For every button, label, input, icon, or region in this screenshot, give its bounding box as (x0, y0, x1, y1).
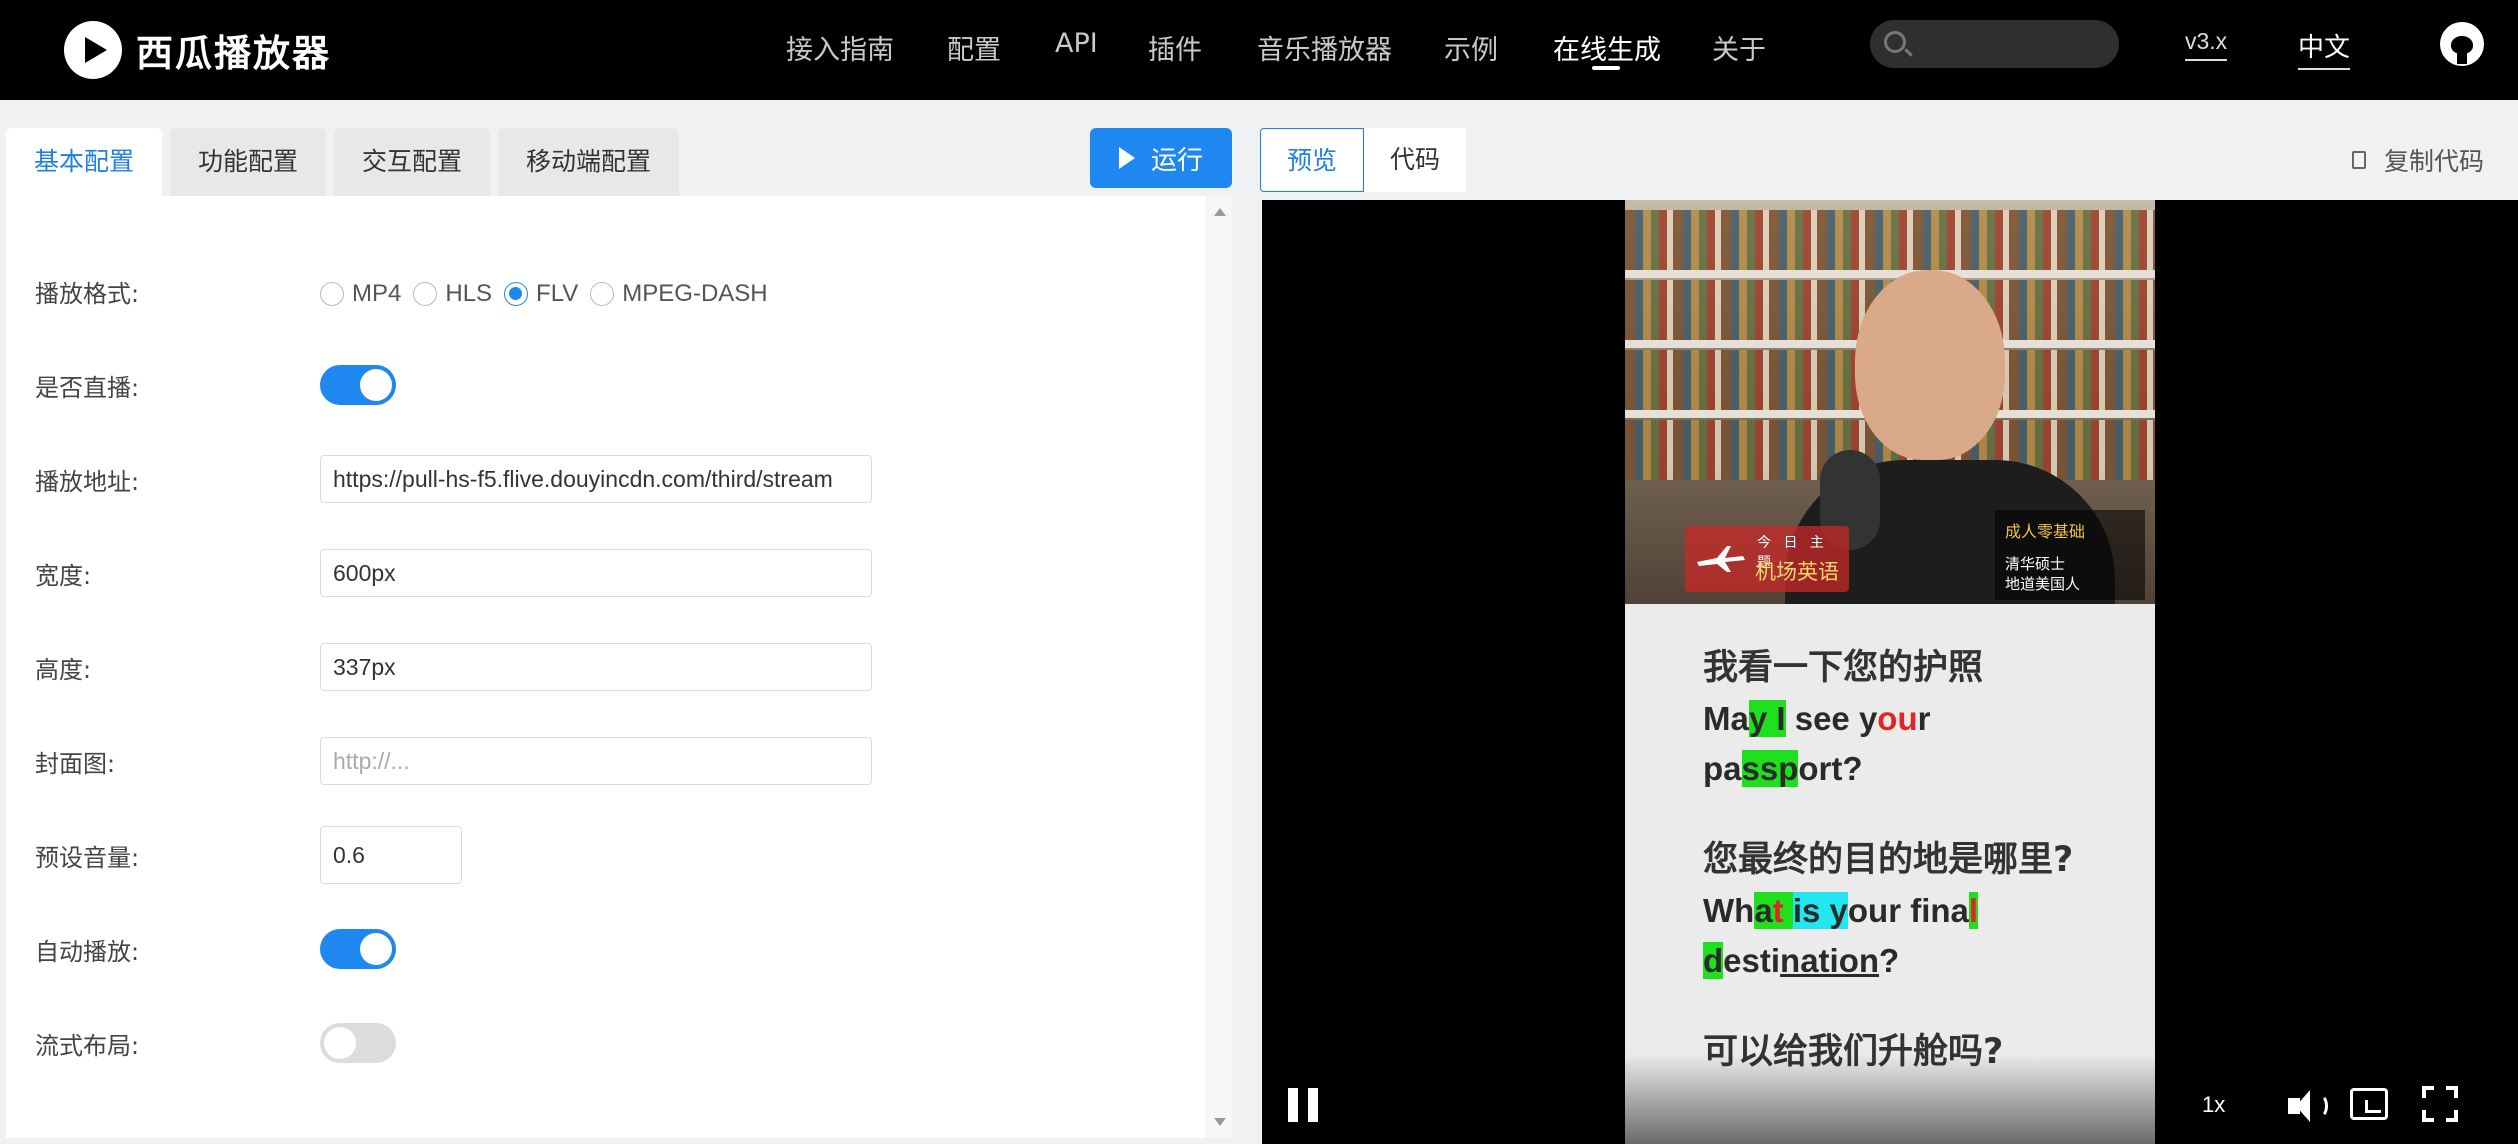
poster-label: 封面图: (35, 750, 116, 778)
topic-title: 机场英语 (1755, 560, 1839, 584)
height-input[interactable] (320, 643, 872, 691)
github-icon[interactable] (2440, 22, 2484, 66)
width-input[interactable] (320, 549, 872, 597)
teacher-badge-line1: 清华硕士 (2005, 555, 2066, 573)
tab-feature-config[interactable]: 功能配置 (170, 128, 327, 196)
poster-input[interactable] (320, 737, 872, 785)
live-toggle[interactable] (320, 365, 396, 405)
teacher-badge-line2: 地道美国人 (2005, 575, 2081, 593)
fullscreen-icon[interactable] (2422, 1086, 2458, 1122)
tab-mobile-config[interactable]: 移动端配置 (498, 128, 680, 196)
autoplay-toggle[interactable] (320, 929, 396, 969)
subtitle-en-1: May I see your passport? (1703, 700, 1931, 787)
active-nav-indicator (1592, 66, 1620, 70)
nav-item-api[interactable]: API (1055, 28, 1098, 59)
radio-mpeg-dash-circle[interactable] (590, 282, 615, 306)
preview-tabs: 预览 代码 (1260, 128, 1467, 192)
nav-item-about[interactable]: 关于 (1712, 28, 1766, 67)
search-box[interactable] (1870, 20, 2119, 68)
tab-code[interactable]: 代码 (1364, 128, 1467, 192)
airplane-icon (1697, 546, 1745, 572)
radio-mpeg-dash-label: MPEG-DASH (622, 280, 768, 307)
run-button[interactable]: 运行 (1090, 128, 1232, 188)
format-radio-group: MP4 HLS FLV MPEG-DASH (320, 280, 780, 308)
brand-logo[interactable]: 西瓜播放器 (64, 16, 331, 84)
top-navigation-bar: 西瓜播放器 接入指南 配置 API 插件 音乐播放器 示例 在线生成 关于 v3… (0, 0, 2518, 100)
radio-mp4-circle[interactable] (320, 282, 344, 306)
live-label: 是否直播: (35, 374, 140, 402)
player-controls: 1x (1262, 1070, 2518, 1144)
presenter-head (1855, 270, 2005, 460)
nav-item-music-player[interactable]: 音乐播放器 (1257, 28, 1392, 67)
teacher-badge: 成人零基础 清华硕士 地道美国人 (1995, 510, 2145, 600)
topic-badge: 今 日 主 题 机场英语 (1685, 526, 1849, 592)
nav-item-examples[interactable]: 示例 (1444, 28, 1498, 67)
subtitle-gap (1703, 794, 2155, 834)
brand-name: 西瓜播放器 (136, 32, 331, 75)
radio-hls[interactable]: HLS (413, 280, 492, 308)
subtitle-gap (1703, 986, 2155, 1026)
format-label: 播放格式: (35, 280, 140, 308)
picture-in-picture-icon[interactable] (2350, 1088, 2388, 1120)
scroll-down-arrow-icon[interactable] (1214, 1118, 1226, 1126)
copy-code-button[interactable]: 复制代码 (2352, 142, 2484, 178)
subtitle-panel: 我看一下您的护照 May I see your passport? 您最终的目的地… (1625, 604, 2155, 1144)
pause-icon[interactable] (1288, 1088, 1318, 1122)
radio-flv-label: FLV (536, 280, 579, 307)
play-icon (1118, 147, 1135, 169)
tab-basic-config[interactable]: 基本配置 (6, 128, 163, 196)
height-label: 高度: (35, 656, 92, 684)
url-input[interactable] (320, 455, 872, 503)
tab-preview[interactable]: 预览 (1260, 128, 1365, 192)
video-player[interactable]: 今 日 主 题 机场英语 成人零基础 清华硕士 地道美国人 我看一下您的护照 M… (1262, 200, 2518, 1144)
radio-mp4-label: MP4 (352, 280, 402, 307)
config-tabs: 基本配置 功能配置 交互配置 移动端配置 (6, 128, 687, 196)
copy-code-label: 复制代码 (2384, 147, 2485, 176)
radio-flv[interactable]: FLV (504, 280, 578, 308)
radio-hls-circle[interactable] (413, 282, 438, 306)
width-label: 宽度: (35, 562, 92, 590)
basic-config-form: 播放格式: MP4 HLS FLV MPEG-DASH 是否直播: 播放地址: … (6, 196, 1232, 1138)
nav-item-config[interactable]: 配置 (947, 28, 1001, 67)
radio-flv-circle[interactable] (504, 282, 529, 306)
playback-rate-button[interactable]: 1x (2202, 1092, 2225, 1118)
autoplay-label: 自动播放: (35, 938, 140, 966)
teacher-badge-title: 成人零基础 (2005, 522, 2086, 541)
play-logo-icon (64, 21, 122, 79)
run-button-label: 运行 (1150, 145, 1203, 176)
nav-item-guide[interactable]: 接入指南 (786, 28, 894, 67)
radio-mp4[interactable]: MP4 (320, 280, 401, 308)
copy-icon (2352, 151, 2366, 169)
nav-item-online-generate[interactable]: 在线生成 (1553, 28, 1661, 67)
language-select[interactable]: 中文 (2298, 27, 2351, 70)
volume-label: 预设音量: (35, 844, 140, 872)
fluid-toggle[interactable] (320, 1023, 396, 1063)
radio-mpeg-dash[interactable]: MPEG-DASH (590, 280, 768, 308)
version-select[interactable]: v3.x (2185, 28, 2228, 61)
search-icon (1884, 31, 1906, 53)
subtitle-zh-1: 我看一下您的护照 (1703, 648, 1984, 688)
subtitle-en-2: What is your final destination? (1703, 892, 1979, 979)
url-label: 播放地址: (35, 468, 140, 496)
tab-interaction-config[interactable]: 交互配置 (334, 128, 491, 196)
search-input[interactable] (1916, 26, 2106, 62)
form-scrollbar[interactable] (1206, 196, 1232, 1138)
video-scene: 今 日 主 题 机场英语 成人零基础 清华硕士 地道美国人 (1625, 200, 2155, 604)
nav-item-plugins[interactable]: 插件 (1148, 28, 1202, 67)
video-frame: 今 日 主 题 机场英语 成人零基础 清华硕士 地道美国人 我看一下您的护照 M… (1625, 200, 2155, 1144)
fluid-label: 流式布局: (35, 1032, 140, 1060)
volume-icon[interactable] (2288, 1088, 2328, 1124)
bookshelf-row (1625, 210, 2155, 270)
radio-hls-label: HLS (445, 280, 493, 307)
bookshelf-plank (1625, 270, 2155, 278)
volume-input[interactable] (320, 826, 462, 884)
scroll-up-arrow-icon[interactable] (1214, 208, 1226, 216)
subtitle-zh-2: 您最终的目的地是哪里? (1703, 840, 2074, 880)
